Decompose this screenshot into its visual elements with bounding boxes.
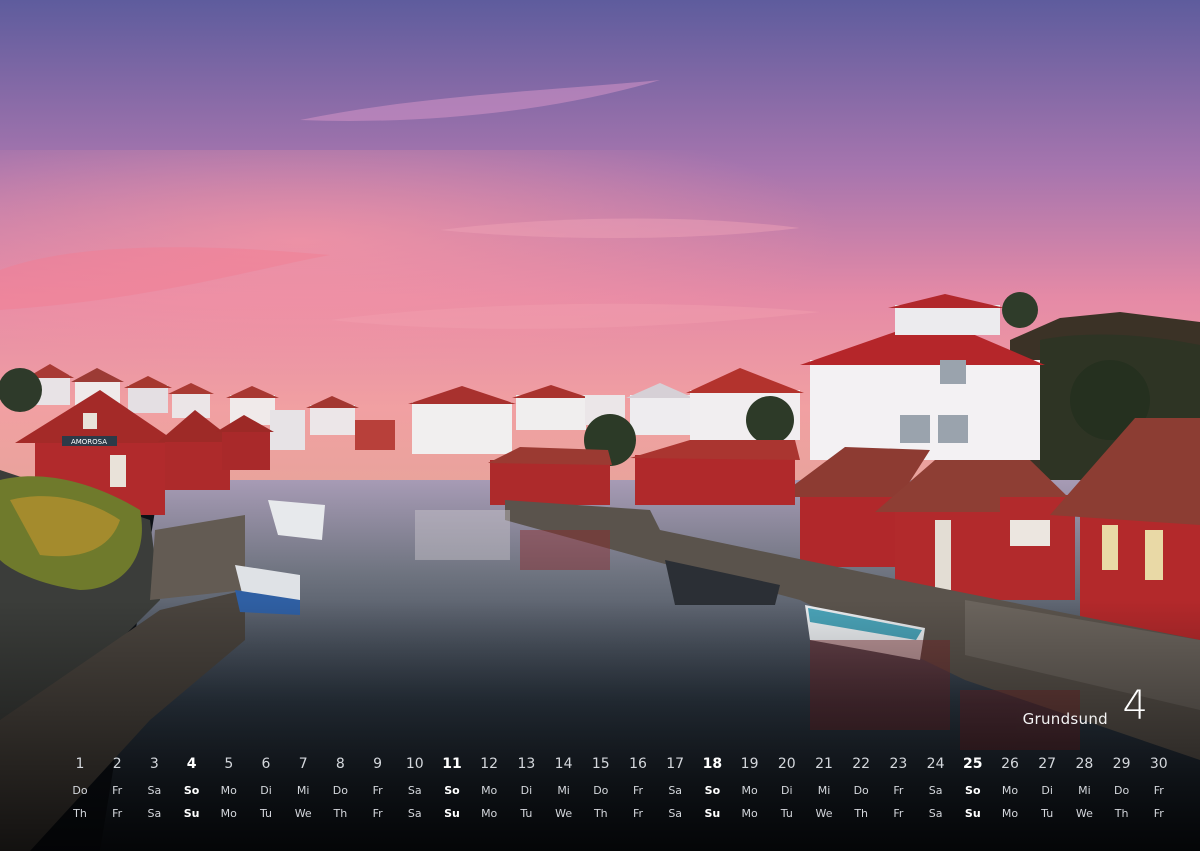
weekday-en: Tu <box>1041 807 1054 820</box>
weekday-de: Sa <box>928 784 943 797</box>
weekday-en: Mo <box>220 807 237 820</box>
calendar-weekdays-en: Th Fr Sa Su Mo Tu We Th Fr Sa Su Mo Tu We Th Fr Sa Su Mo Tu… <box>0 807 1200 825</box>
weekday-de: Fr <box>1153 784 1164 797</box>
house-sign: AMOROSA <box>71 438 107 446</box>
weekday-de: Sa <box>668 784 683 797</box>
day-number: 25 <box>963 756 983 772</box>
month-number: 4 <box>1122 683 1148 729</box>
day-number: 18 <box>702 756 723 772</box>
weekday-en: Tu <box>520 807 533 820</box>
weekday-de: Mo <box>220 784 237 797</box>
weekday-en: Mo <box>481 807 498 820</box>
weekday-de: So <box>444 784 460 797</box>
day-number: 7 <box>298 756 308 772</box>
weekday-en: Tu <box>780 807 793 820</box>
weekday-de: Mo <box>1001 784 1019 797</box>
day-number: 22 <box>852 756 871 772</box>
weekday-de: Mi <box>557 784 570 797</box>
weekday-de: Mo <box>481 784 498 797</box>
weekday-en: We <box>815 807 833 820</box>
weekday-de: Do <box>72 784 88 797</box>
weekday-en: Sa <box>407 807 422 820</box>
weekday-de: So <box>704 784 721 797</box>
weekday-de: Fr <box>893 784 904 797</box>
weekday-de: Sa <box>147 784 162 797</box>
day-number: 15 <box>591 756 610 772</box>
day-number: 26 <box>1001 756 1019 772</box>
weekday-de: Do <box>853 784 869 797</box>
weekday-en: Sa <box>147 807 162 820</box>
weekday-de: So <box>965 784 981 797</box>
harbor-photo: AMOROSA <box>0 0 1200 851</box>
weekday-en: Mo <box>741 807 758 820</box>
weekday-en: Tu <box>259 807 273 820</box>
day-number: 13 <box>517 756 536 772</box>
weekday-de: Mo <box>741 784 758 797</box>
day-number: 29 <box>1112 756 1131 772</box>
weekday-de: Fr <box>632 784 644 797</box>
weekday-en: Th <box>333 807 348 820</box>
calendar-weekdays-de: Do Fr Sa So Mo Di Mi Do Fr Sa So Mo Di Mi Do Fr Sa So Mo Di… <box>0 784 1200 802</box>
day-number: 12 <box>480 756 499 772</box>
weekday-en: We <box>294 807 312 820</box>
weekday-en: Fr <box>893 807 904 820</box>
weekday-de: Di <box>260 784 272 797</box>
day-number: 10 <box>405 756 424 772</box>
day-number: 3 <box>149 756 159 772</box>
day-number: 28 <box>1075 756 1094 772</box>
weekday-de: Fr <box>372 784 383 797</box>
day-number: 24 <box>926 756 945 772</box>
weekday-en: Su <box>964 807 981 820</box>
weekday-de: Di <box>1041 784 1053 797</box>
weekday-en: Fr <box>372 807 383 820</box>
weekday-en: Th <box>593 807 608 820</box>
weekday-de: Mi <box>1078 784 1091 797</box>
weekday-en: We <box>1075 807 1093 820</box>
day-number: 4 <box>186 756 197 772</box>
day-number: 21 <box>815 756 833 772</box>
day-number: 20 <box>777 756 796 772</box>
day-number: 17 <box>666 756 685 772</box>
calendar-day-numbers: 1 2 3 4 5 6 7 8 9 10 11 12 13 14 15 16 17 18 19 20 21 22 23 24 2… <box>0 756 1200 774</box>
day-number: 30 <box>1149 756 1168 772</box>
weekday-de: Do <box>593 784 609 797</box>
weekday-en: Su <box>704 807 721 820</box>
day-number: 27 <box>1038 756 1057 772</box>
weekday-en: We <box>555 807 573 820</box>
weekday-en: Su <box>444 807 460 820</box>
calendar-page: AMOROSA Grundsund 4 1 2 3 4 5 6 7 8 9 10… <box>0 0 1200 851</box>
day-number: 2 <box>112 756 122 772</box>
weekday-de: Di <box>520 784 533 797</box>
weekday-en: Sa <box>928 807 943 820</box>
weekday-en: Th <box>1114 807 1129 820</box>
weekday-de: Mi <box>296 784 310 797</box>
day-number: 23 <box>889 756 908 772</box>
weekday-de: Di <box>781 784 793 797</box>
weekday-de: So <box>183 784 200 797</box>
weekday-de: Do <box>1113 784 1130 797</box>
day-number: 9 <box>373 756 383 772</box>
weekday-en: Fr <box>632 807 644 820</box>
weekday-en: Mo <box>1001 807 1019 820</box>
weekday-en: Th <box>73 807 87 820</box>
weekday-de: Mi <box>817 784 831 797</box>
day-number: 6 <box>261 756 271 772</box>
weekday-de: Sa <box>407 784 422 797</box>
weekday-en: Su <box>183 807 200 820</box>
location-caption: Grundsund <box>1022 710 1108 728</box>
day-number: 14 <box>554 756 573 772</box>
day-number: 5 <box>224 756 234 772</box>
weekday-en: Fr <box>112 807 123 820</box>
weekday-de: Do <box>332 784 348 797</box>
weekday-de: Fr <box>112 784 123 797</box>
weekday-en: Sa <box>668 807 683 820</box>
day-number: 1 <box>75 756 85 772</box>
day-number: 8 <box>335 756 345 772</box>
day-number: 11 <box>442 756 462 772</box>
weekday-en: Fr <box>1153 807 1164 820</box>
day-number: 16 <box>629 756 647 772</box>
day-number: 19 <box>740 756 759 772</box>
weekday-en: Th <box>854 807 869 820</box>
